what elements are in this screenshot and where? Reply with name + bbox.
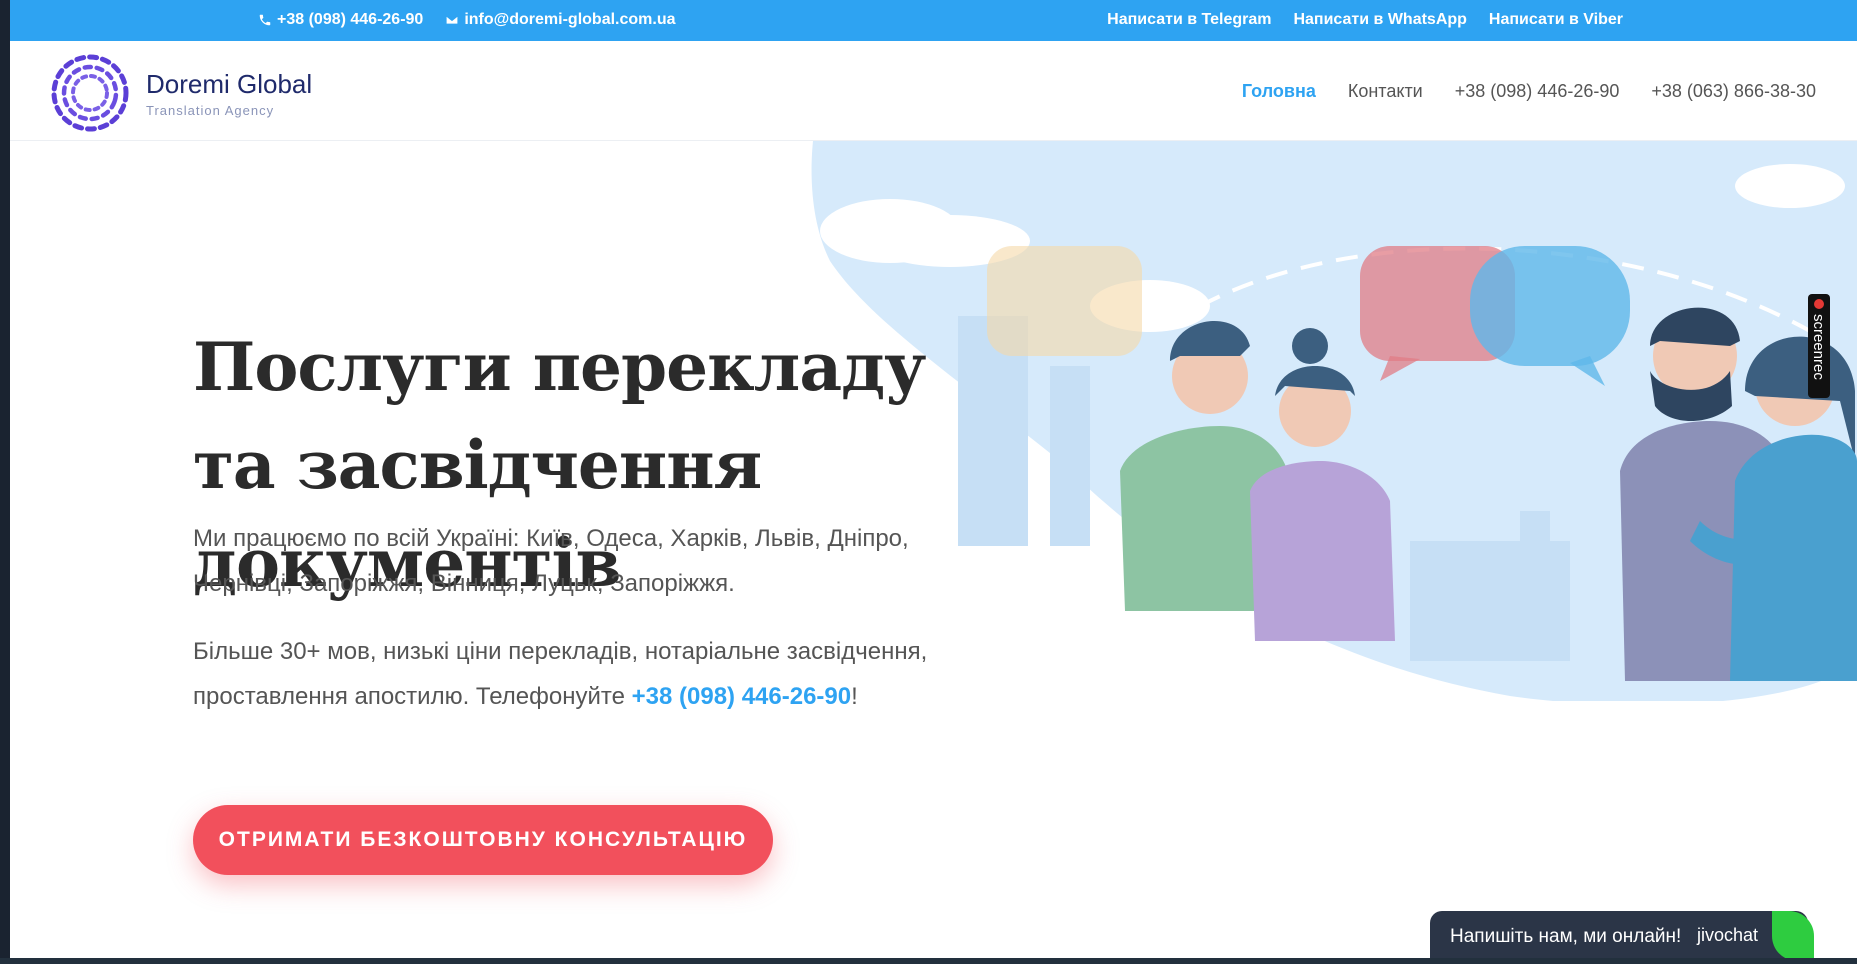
whatsapp-link[interactable]: Написати в WhatsApp bbox=[1293, 11, 1466, 29]
viber-link[interactable]: Написати в Viber bbox=[1489, 11, 1623, 29]
envelope-icon bbox=[446, 15, 459, 25]
screenrec-tab[interactable]: screenrec bbox=[1808, 294, 1830, 398]
nav-contacts[interactable]: Контакти bbox=[1348, 81, 1423, 102]
hero-services-text: Більше 30+ мов, низькі ціни перекладів, … bbox=[193, 629, 953, 719]
top-bar: +38 (098) 446-26-90 info@doremi-global.c… bbox=[10, 0, 1857, 41]
screenrec-label: screenrec bbox=[1810, 314, 1827, 380]
chat-message: Напишіть нам, ми онлайн! bbox=[1450, 926, 1682, 947]
nav-phone-1[interactable]: +38 (098) 446-26-90 bbox=[1455, 81, 1620, 102]
topbar-phone-text: +38 (098) 446-26-90 bbox=[277, 11, 424, 28]
chat-online-indicator-icon bbox=[1772, 911, 1814, 961]
nav-home[interactable]: Головна bbox=[1242, 81, 1316, 102]
logo-ring-icon bbox=[51, 54, 129, 132]
hero-phone-link[interactable]: +38 (098) 446-26-90 bbox=[632, 683, 852, 710]
nav-phone-2[interactable]: +38 (063) 866-38-30 bbox=[1651, 81, 1816, 102]
chat-widget[interactable]: Напишіть нам, ми онлайн! jivochat bbox=[1430, 911, 1814, 964]
logo[interactable]: Doremi Global Translation Agency bbox=[48, 51, 312, 135]
hero-cities-text: Ми працюємо по всій Україні: Київ, Одеса… bbox=[193, 525, 909, 597]
logo-name: Doremi Global bbox=[146, 68, 313, 99]
free-consultation-button[interactable]: ОТРИМАТИ БЕЗКОШТОВНУ КОНСУЛЬТАЦІЮ bbox=[193, 805, 773, 875]
window-bottom-edge bbox=[0, 958, 1857, 964]
topbar-phone-link[interactable]: +38 (098) 446-26-90 bbox=[258, 11, 423, 29]
hero-services-end: ! bbox=[851, 683, 858, 710]
phone-icon bbox=[259, 14, 271, 26]
topbar-email-text: info@doremi-global.com.ua bbox=[464, 11, 676, 28]
topbar-email-link[interactable]: info@doremi-global.com.ua bbox=[445, 11, 676, 29]
logo-subtitle: Translation Agency bbox=[146, 102, 275, 118]
main-header: Doremi Global Translation Agency Головна… bbox=[10, 41, 1857, 141]
chat-brand: jivochat bbox=[1697, 925, 1759, 945]
telegram-link[interactable]: Написати в Telegram bbox=[1107, 11, 1271, 29]
main-nav: Головна Контакти +38 (098) 446-26-90 +38… bbox=[1242, 81, 1816, 102]
record-icon bbox=[1814, 299, 1824, 309]
page: +38 (098) 446-26-90 info@doremi-global.c… bbox=[10, 0, 1857, 958]
